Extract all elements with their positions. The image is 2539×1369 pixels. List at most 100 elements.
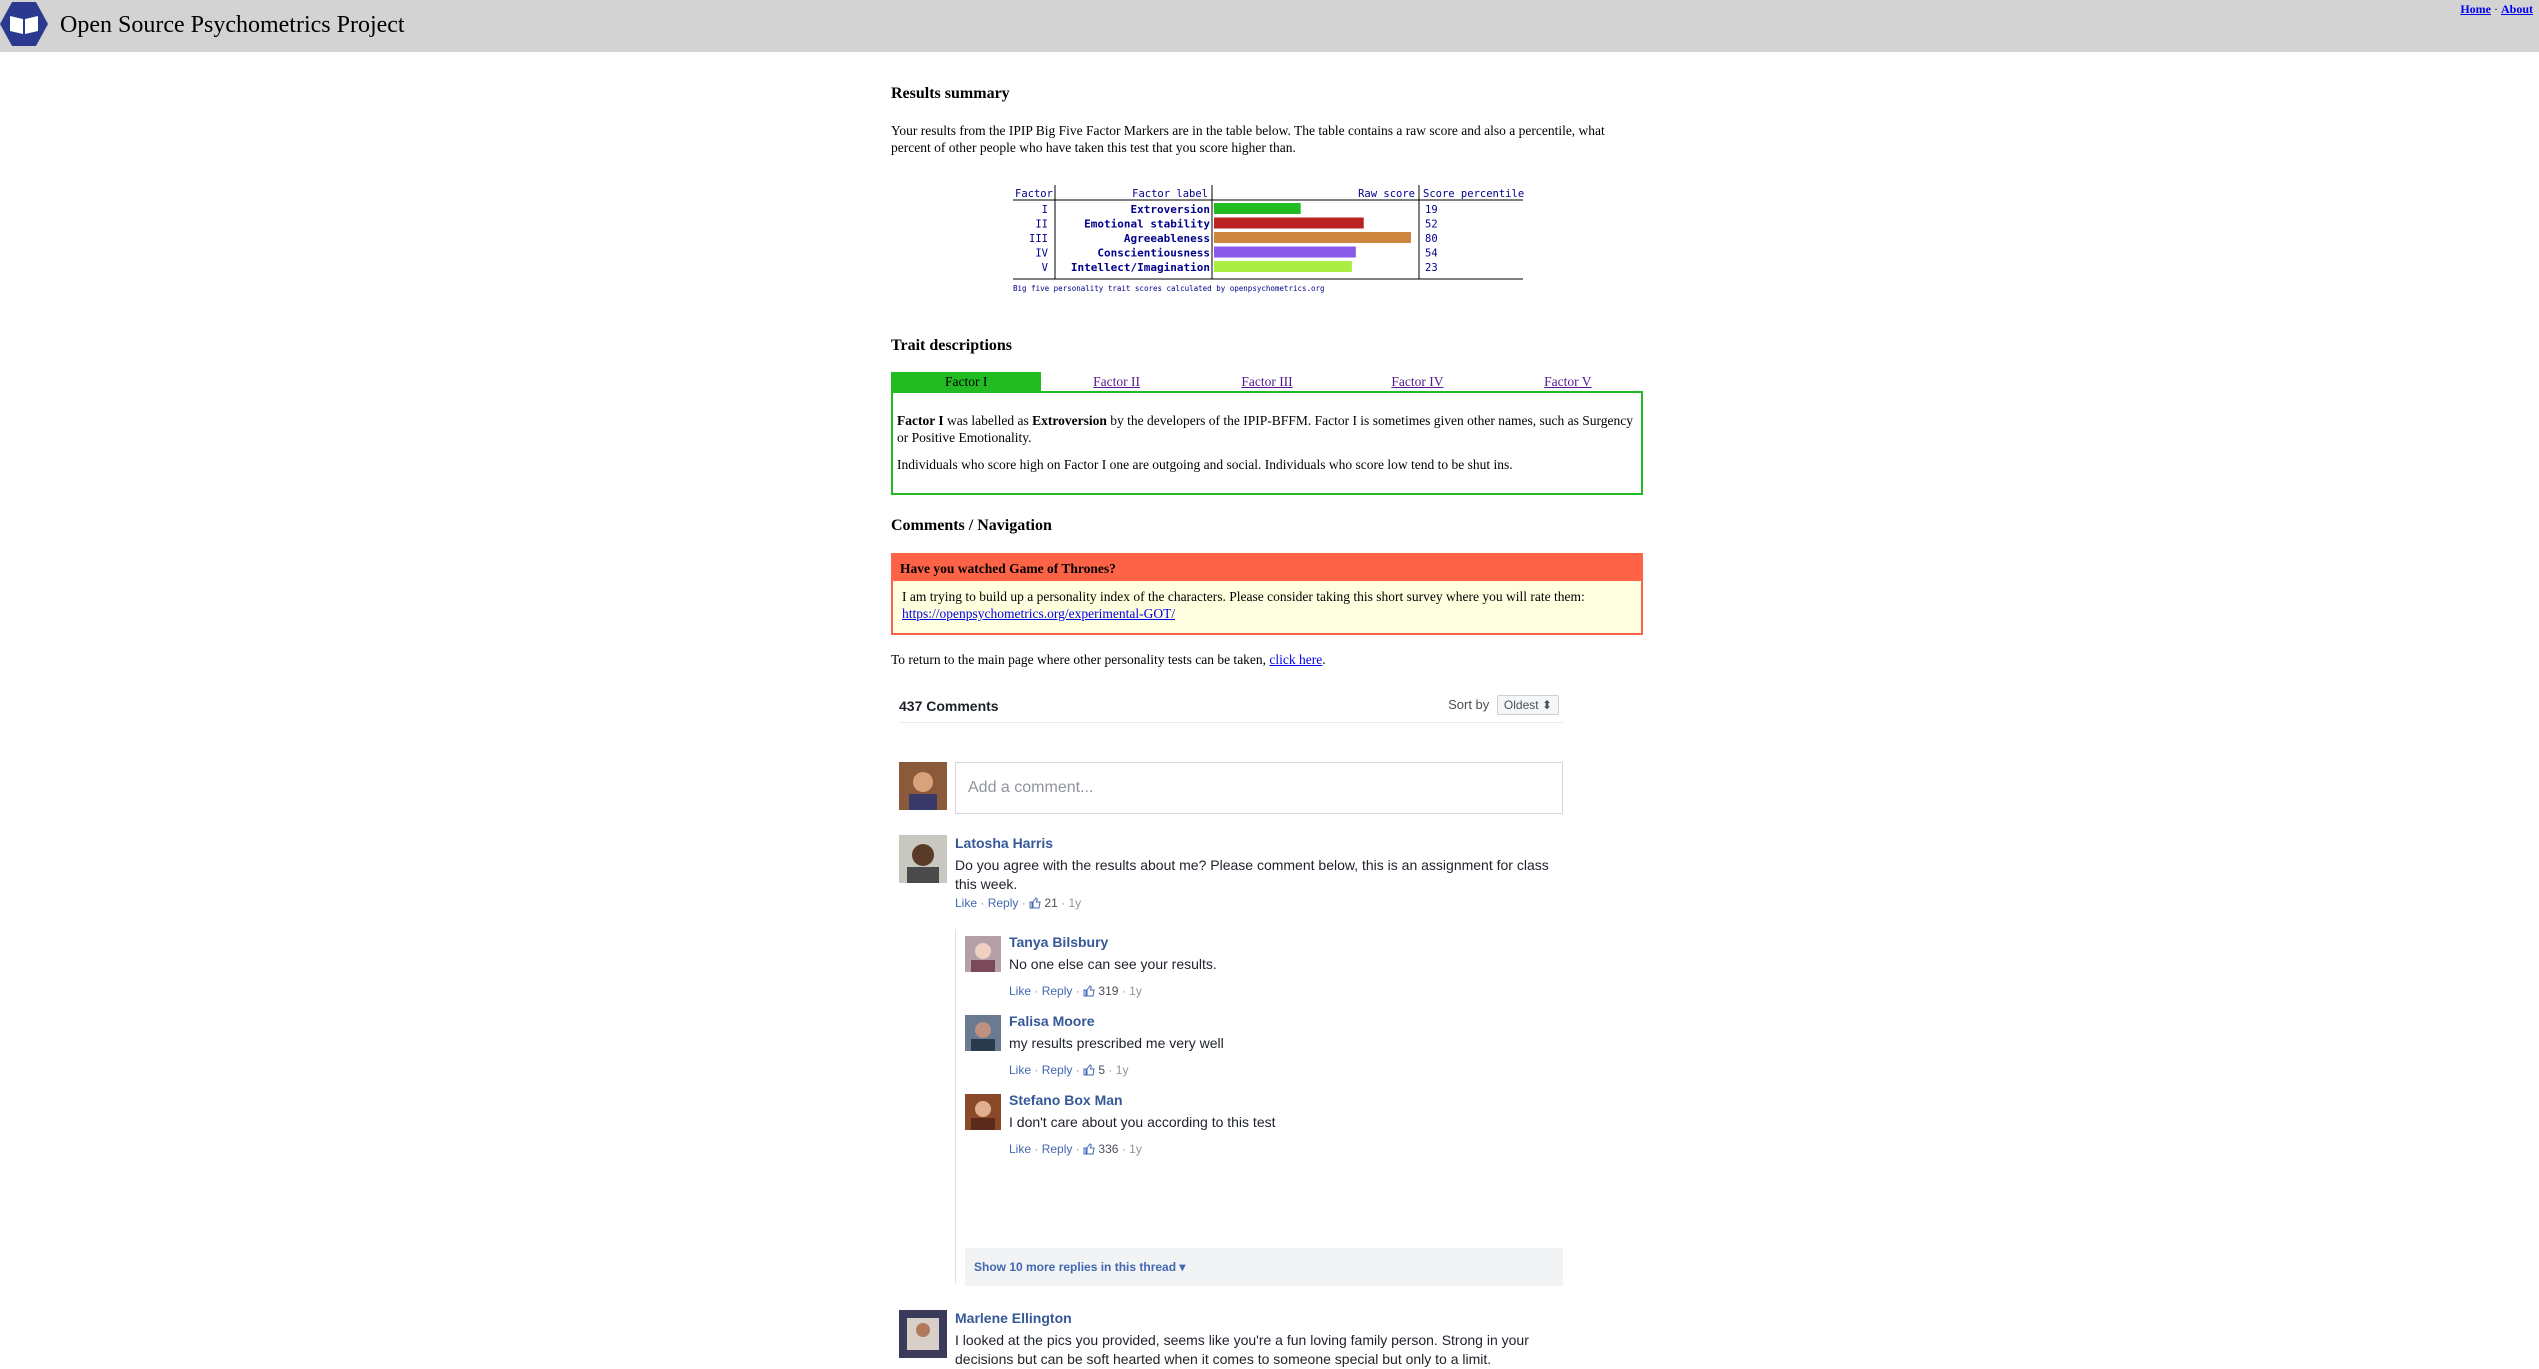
factor-label: Intellect/Imagination (1071, 261, 1210, 274)
reply-link[interactable]: Reply (1042, 1142, 1073, 1156)
comment-age: 1y (1115, 1063, 1129, 1077)
sort-value: Oldest (1503, 698, 1539, 712)
dot-separator: · (1061, 896, 1066, 910)
factor-numeral: II (1035, 219, 1048, 231)
score-percentile: 19 (1425, 204, 1438, 216)
commenter-name[interactable]: Marlene Ellington (955, 1310, 1072, 1326)
factor-label: Agreeableness (1124, 232, 1210, 245)
score-bar (1214, 261, 1352, 272)
top-bar: Open Source Psychometrics Project Home · A… (0, 0, 2539, 52)
results-intro: Your results from the IPIP Big Five Fact… (891, 123, 1605, 155)
like-count: 5 (1098, 1063, 1106, 1077)
score-percentile: 80 (1425, 233, 1438, 245)
tab-factor-3[interactable]: Factor III (1192, 372, 1342, 392)
dot-separator: · (1034, 984, 1039, 998)
factor-label: Extroversion (1131, 203, 1210, 216)
comment-text: I looked at the pics you provided, seems… (955, 1332, 1529, 1367)
avatar[interactable] (899, 835, 947, 883)
dot-separator: · (1075, 984, 1080, 998)
got-survey-box: Have you watched Game of Thrones? I am t… (891, 553, 1643, 635)
score-bar (1214, 246, 1356, 258)
results-heading: Results summary (891, 85, 1010, 102)
comments-header: 437 Comments Sort by Oldest ⬍ (899, 695, 1563, 723)
link-separator: · (2493, 2, 2498, 16)
return-text: To return to the main page where other p… (891, 652, 1326, 669)
click-here-link[interactable]: click here (1269, 652, 1322, 667)
score-bar (1214, 232, 1411, 243)
comment-count: 437 Comments (899, 698, 999, 714)
dot-separator: · (1021, 896, 1026, 910)
about-link[interactable]: About (2501, 2, 2533, 16)
reply-link[interactable]: Reply (1042, 984, 1073, 998)
return-period: . (1322, 652, 1326, 667)
caret-down-icon: ▾ (1179, 1260, 1186, 1274)
show-more-replies-button[interactable]: Show 10 more replies in this thread ▾ (965, 1248, 1563, 1286)
thumbs-up-icon (1029, 897, 1041, 909)
got-body: I am trying to build up a personality in… (893, 581, 1641, 623)
column-header: Factor (1015, 188, 1053, 200)
factor-name: Factor I (897, 413, 944, 428)
like-link[interactable]: Like (1009, 1063, 1031, 1077)
dot-separator: · (1121, 1142, 1126, 1156)
dot-separator: · (1108, 1063, 1113, 1077)
add-comment-input[interactable]: Add a comment... (955, 762, 1563, 814)
comment-text: I don't care about you according to this… (1009, 1114, 1276, 1130)
got-title: Have you watched Game of Thrones? (893, 555, 1641, 581)
tab-factor-5[interactable]: Factor V (1493, 372, 1643, 392)
like-count: 336 (1098, 1142, 1119, 1156)
trait-heading: Trait descriptions (891, 337, 1013, 354)
return-label: To return to the main page where other p… (891, 652, 1270, 667)
comment-text: No one else can see your results. (1009, 956, 1217, 972)
like-link[interactable]: Like (1009, 984, 1031, 998)
like-link[interactable]: Like (1009, 1142, 1031, 1156)
dot-separator: · (980, 896, 985, 910)
tab-factor-2[interactable]: Factor II (1041, 372, 1191, 392)
avatar[interactable] (965, 1094, 1001, 1130)
factor-numeral: V (1042, 262, 1049, 274)
got-survey-link[interactable]: https://openpsychometrics.org/experiment… (902, 606, 1175, 621)
avatar[interactable] (965, 936, 1001, 972)
comment-actions: Like · Reply · 21 · 1y (955, 896, 1081, 910)
home-link[interactable]: Home (2460, 2, 2491, 16)
reply-link[interactable]: Reply (1042, 1063, 1073, 1077)
like-count: 21 (1044, 896, 1058, 910)
chart-footer: Big five personality trait scores calcul… (1013, 284, 1325, 293)
sort-arrows-icon: ⬍ (1541, 698, 1552, 712)
avatar[interactable] (965, 1015, 1001, 1051)
dot-separator: · (1121, 984, 1126, 998)
comment-text: Do you agree with the results about me? … (955, 857, 1549, 892)
avatar[interactable] (899, 1310, 947, 1358)
factor-numeral: III (1029, 233, 1048, 245)
reply-link[interactable]: Reply (988, 896, 1019, 910)
score-percentile: 23 (1425, 262, 1438, 274)
like-link[interactable]: Like (955, 896, 977, 910)
like-count: 319 (1098, 984, 1119, 998)
thumbs-up-icon (1083, 1064, 1095, 1076)
score-bar (1214, 203, 1301, 214)
factor-numeral: I (1042, 204, 1048, 216)
dot-separator: · (1034, 1142, 1039, 1156)
factor-tabs: Factor I Factor II Factor III Factor IV … (891, 372, 1643, 392)
site-title[interactable]: Open Source Psychometrics Project (60, 12, 405, 39)
commenter-name[interactable]: Stefano Box Man (1009, 1092, 1123, 1108)
comment-text: my results prescribed me very well (1009, 1035, 1224, 1051)
book-logo-icon[interactable] (0, 0, 48, 48)
commenter-name[interactable]: Tanya Bilsbury (1009, 934, 1108, 950)
avatar[interactable] (899, 762, 947, 810)
factor-numeral: IV (1035, 248, 1048, 260)
commenter-name[interactable]: Falisa Moore (1009, 1013, 1095, 1029)
dot-separator: · (1075, 1063, 1080, 1077)
comment-actions: Like · Reply · 336 · 1y (1009, 1142, 1142, 1156)
comments-heading: Comments / Navigation (891, 517, 1052, 534)
dot-separator: · (1075, 1142, 1080, 1156)
tab-factor-4[interactable]: Factor IV (1342, 372, 1492, 392)
trait-description-box: Factor I was labelled as Extroversion by… (891, 391, 1643, 495)
score-bar (1214, 217, 1364, 229)
commenter-name[interactable]: Latosha Harris (955, 835, 1053, 851)
thumbs-up-icon (1083, 985, 1095, 997)
sort-dropdown[interactable]: Oldest ⬍ (1496, 695, 1559, 715)
thread-line (955, 929, 956, 1283)
comment-actions: Like · Reply · 319 · 1y (1009, 984, 1142, 998)
tab-factor-1[interactable]: Factor I (891, 372, 1042, 392)
factor-label: Conscientiousness (1097, 247, 1210, 260)
